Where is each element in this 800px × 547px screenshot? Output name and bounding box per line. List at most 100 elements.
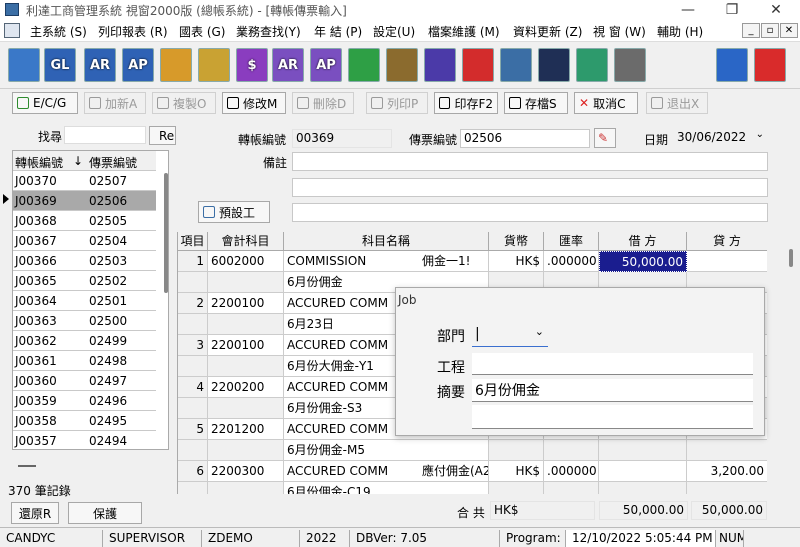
splitter-grip-icon[interactable] (18, 465, 36, 467)
grid-cell-account[interactable]: 2200100 (208, 335, 284, 356)
list-scrollbar[interactable] (164, 173, 168, 293)
menu-help[interactable]: 輔助 (H) (657, 23, 703, 40)
grid-cell-no[interactable]: 1 (178, 251, 208, 272)
grid-cell-blank[interactable] (544, 482, 599, 494)
user-icon[interactable] (538, 48, 570, 82)
add-button[interactable]: 加新A (84, 92, 146, 114)
list-item[interactable]: J00370 02507 (13, 171, 156, 191)
mdi-minimize-button[interactable]: _ (742, 23, 760, 38)
edit-button[interactable]: 修改M (222, 92, 286, 114)
diamond-icon[interactable] (348, 48, 380, 82)
grid-cell-blank[interactable] (687, 440, 767, 461)
remark-field-3[interactable] (292, 203, 768, 222)
menu-window[interactable]: 視 窗 (W) (593, 23, 646, 40)
menu-main[interactable]: 主系統 (S) (30, 23, 87, 40)
gl-icon[interactable]: GL (44, 48, 76, 82)
grid-cell-desc[interactable]: 6月份佣金-C19 (284, 482, 489, 494)
grid-cell-no[interactable]: 4 (178, 377, 208, 398)
list-item[interactable]: J00363 02500 (13, 311, 156, 331)
ar-icon[interactable]: AR (84, 48, 116, 82)
grid-cell-no[interactable]: 5 (178, 419, 208, 440)
list-item[interactable]: J00359 02496 (13, 391, 156, 411)
summary-field-2[interactable] (472, 405, 753, 429)
grid-cell-desc[interactable]: 6月份佣金-M5 (284, 440, 489, 461)
menu-file-maintenance[interactable]: 檔案維護 (M) (428, 23, 500, 40)
ecg-button[interactable]: E/C/G (12, 92, 78, 114)
menu-print-report[interactable]: 列印報表 (R) (98, 23, 168, 40)
summary-field[interactable]: 6月份佣金 (472, 379, 753, 402)
grid-cell-blank[interactable] (687, 482, 767, 494)
voucher-no-field[interactable]: 02506 (460, 129, 590, 148)
mdi-restore-button[interactable]: ▫ (761, 23, 779, 38)
grid-cell-debit[interactable]: 50,000.00 (599, 251, 687, 272)
grid-cell-blank[interactable] (178, 356, 208, 377)
ap-doc-icon[interactable]: AP (310, 48, 342, 82)
print-button[interactable]: 列印P (366, 92, 428, 114)
coins-icon[interactable] (198, 48, 230, 82)
copy-button[interactable]: 複製O (152, 92, 216, 114)
save-print-button[interactable]: 印存F2 (434, 92, 498, 114)
calculator-icon[interactable] (8, 48, 40, 82)
grid-cell-blank[interactable] (544, 440, 599, 461)
grid-cell-blank[interactable] (178, 272, 208, 293)
grid-cell-debit[interactable] (599, 461, 687, 482)
preset-button[interactable]: 預設工 (198, 201, 270, 223)
document-icon[interactable] (4, 23, 20, 38)
menu-settings[interactable]: 設定(U) (373, 23, 415, 40)
grid-cell-blank[interactable] (178, 398, 208, 419)
search-input[interactable] (64, 126, 146, 144)
save-button[interactable]: 存檔S (504, 92, 568, 114)
list-header-transfer[interactable]: 轉帳編號 (15, 154, 63, 171)
keep-button[interactable]: 保護 (68, 502, 142, 524)
grid-cell-rate[interactable]: .000000 (544, 251, 599, 272)
remark-field-1[interactable] (292, 152, 768, 171)
menu-business-search[interactable]: 業務查找(Y) (236, 23, 301, 40)
money-icon[interactable]: $ (236, 48, 268, 82)
list-item[interactable]: J00366 02503 (13, 251, 156, 271)
grid-cell-name[interactable]: COMMISSION 佣金一1! (284, 251, 489, 272)
minimize-button[interactable]: — (666, 0, 710, 20)
house-icon[interactable] (160, 48, 192, 82)
list-item[interactable]: J00367 02504 (13, 231, 156, 251)
search-button[interactable]: Re (149, 126, 176, 145)
grid-cell-blank[interactable] (208, 398, 284, 419)
list-item[interactable]: J00357 02494 (13, 431, 156, 449)
list-item[interactable]: J00369 02506 (13, 191, 156, 211)
grid-cell-blank[interactable] (489, 482, 544, 494)
grid-cell-name[interactable]: ACCURED COMM應付佣金(A261) (284, 461, 489, 482)
grid-cell-blank[interactable] (208, 356, 284, 377)
grid-cell-rate[interactable]: .000000 (544, 461, 599, 482)
grid-cell-blank[interactable] (208, 314, 284, 335)
list-header-voucher[interactable]: 傳票編號 (89, 154, 137, 171)
grid-cell-account[interactable]: 2200200 (208, 377, 284, 398)
book-icon[interactable] (424, 48, 456, 82)
mdi-close-button[interactable]: ✕ (780, 23, 798, 38)
grid-cell-blank[interactable] (208, 482, 284, 494)
grid-cell-blank[interactable] (208, 440, 284, 461)
dept-select[interactable]: | ⌄ (472, 325, 548, 347)
cancel-button[interactable]: ✕ 取消C (574, 92, 638, 114)
delete-button[interactable]: 刪除D (292, 92, 354, 114)
grid-cell-no[interactable]: 3 (178, 335, 208, 356)
grid-cell-blank[interactable] (178, 482, 208, 494)
grid-cell-credit[interactable] (687, 251, 767, 272)
list-item[interactable]: J00365 02502 (13, 271, 156, 291)
exit-button[interactable]: 退出X (646, 92, 708, 114)
menu-data-update[interactable]: 資料更新 (Z) (513, 23, 582, 40)
grid-cell-blank[interactable] (599, 440, 687, 461)
disk-icon[interactable] (386, 48, 418, 82)
grid-cell-account[interactable]: 6002000 (208, 251, 284, 272)
list-item[interactable]: J00360 02497 (13, 371, 156, 391)
grid-cell-credit[interactable]: 3,200.00 (687, 461, 767, 482)
grid-cell-blank[interactable] (178, 314, 208, 335)
grid-cell-no[interactable]: 2 (178, 293, 208, 314)
grid-cell-blank[interactable] (599, 482, 687, 494)
project-field[interactable] (472, 353, 753, 375)
list-item[interactable]: J00364 02501 (13, 291, 156, 311)
list-item[interactable]: J00361 02498 (13, 351, 156, 371)
globe-icon[interactable] (576, 48, 608, 82)
stop-icon[interactable] (462, 48, 494, 82)
grid-cell-account[interactable]: 2201200 (208, 419, 284, 440)
power-icon[interactable] (754, 48, 786, 82)
grid-cell-currency[interactable]: HK$ (489, 461, 544, 482)
